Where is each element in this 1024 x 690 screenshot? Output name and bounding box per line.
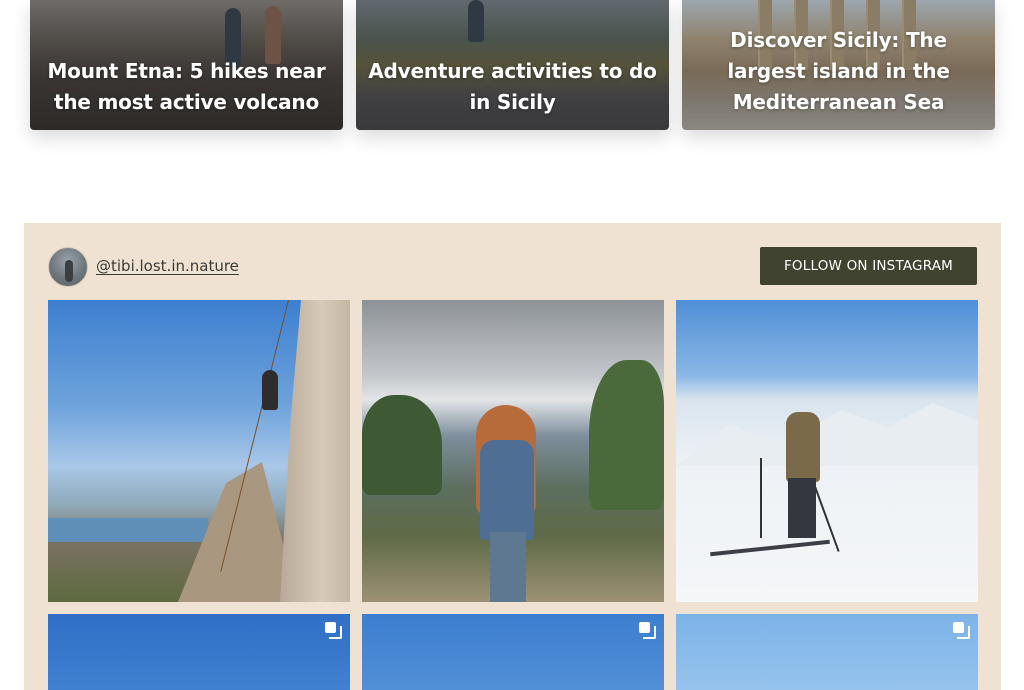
instagram-post-grid — [48, 300, 978, 690]
carousel-icon — [325, 622, 342, 639]
follow-on-instagram-button[interactable]: FOLLOW ON INSTAGRAM — [760, 247, 977, 285]
carousel-icon — [953, 622, 970, 639]
article-title: Discover Sicily: The largest island in t… — [727, 28, 950, 114]
article-card-mount-etna[interactable]: Mount Etna: 5 hikes near the most active… — [30, 0, 343, 130]
instagram-header: @tibi.lost.in.nature FOLLOW ON INSTAGRAM — [48, 247, 977, 287]
article-title: Adventure activities to do in Sicily — [368, 59, 657, 114]
instagram-post[interactable] — [676, 614, 978, 690]
avatar[interactable] — [48, 247, 88, 287]
instagram-post[interactable] — [48, 614, 350, 690]
instagram-post[interactable] — [676, 300, 978, 602]
article-title: Mount Etna: 5 hikes near the most active… — [47, 59, 326, 114]
article-card-adventure-activities[interactable]: Adventure activities to do in Sicily — [356, 0, 669, 130]
climber-figure — [262, 370, 278, 410]
carousel-icon — [639, 622, 656, 639]
instagram-post[interactable] — [362, 300, 664, 602]
instagram-feed: @tibi.lost.in.nature FOLLOW ON INSTAGRAM — [24, 223, 1001, 690]
instagram-handle-link[interactable]: @tibi.lost.in.nature — [96, 257, 239, 275]
instagram-post[interactable] — [48, 300, 350, 602]
skier-figure — [786, 412, 820, 482]
related-articles: Mount Etna: 5 hikes near the most active… — [30, 0, 995, 130]
article-card-discover-sicily[interactable]: Discover Sicily: The largest island in t… — [682, 0, 995, 130]
instagram-post[interactable] — [362, 614, 664, 690]
